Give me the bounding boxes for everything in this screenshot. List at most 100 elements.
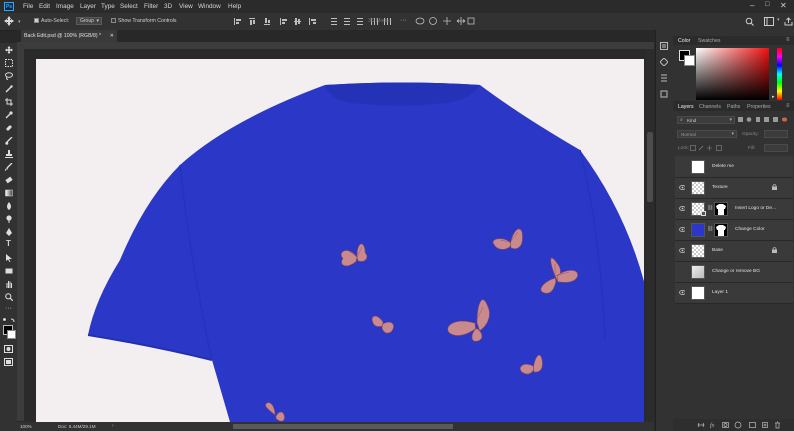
move-icon[interactable] xyxy=(5,46,13,54)
layer-visibility-off[interactable] xyxy=(679,164,685,170)
maximize-icon[interactable]: □ xyxy=(765,1,769,8)
hue-slider-handle-icon[interactable]: ▸ xyxy=(772,94,775,100)
properties-panel-icon[interactable] xyxy=(660,74,668,82)
zoom-level[interactable]: 100% xyxy=(20,424,32,429)
menu-select[interactable]: Select xyxy=(120,3,138,10)
opacity-input[interactable] xyxy=(764,130,788,138)
close-tab-icon[interactable]: ✕ xyxy=(110,30,114,42)
vertical-ruler[interactable] xyxy=(17,49,24,421)
healing-brush-icon[interactable] xyxy=(5,124,13,132)
workspace-dropdown-icon[interactable]: ▾ xyxy=(777,17,780,23)
move-tool-icon[interactable] xyxy=(4,16,14,26)
marquee-icon[interactable] xyxy=(5,59,13,67)
hue-slider[interactable] xyxy=(777,48,782,100)
gradient-icon[interactable] xyxy=(5,189,13,197)
menu-3d[interactable]: 3D xyxy=(164,3,172,10)
tab-swatches[interactable]: Swatches xyxy=(698,38,721,44)
layer-filter-icons[interactable] xyxy=(738,117,788,123)
layers-panel-menu-icon[interactable]: ≡ xyxy=(786,103,790,109)
menu-view[interactable]: View xyxy=(179,3,193,10)
layer-kind-filter[interactable]: ⌕ Kind ▾ xyxy=(677,116,735,124)
layer-name[interactable]: Base xyxy=(712,248,723,253)
more-options-icon[interactable]: ··· xyxy=(400,17,407,24)
document-canvas[interactable] xyxy=(36,59,644,422)
tool-preset-dropdown-icon[interactable]: ▾ xyxy=(18,19,21,25)
hand-icon[interactable] xyxy=(5,280,13,288)
pen-icon[interactable] xyxy=(5,228,13,236)
eye-icon[interactable] xyxy=(679,248,685,253)
eyedropper-icon[interactable] xyxy=(5,111,13,119)
show-transform-checkbox[interactable] xyxy=(111,18,116,23)
history-panel-icon[interactable] xyxy=(660,42,668,50)
type-tool-icon[interactable]: T xyxy=(4,240,13,248)
layer-thumbnail[interactable] xyxy=(691,265,705,279)
link-icon[interactable]: ⛓ xyxy=(707,226,713,232)
layer-thumbnail[interactable] xyxy=(691,223,705,237)
layer-mask-thumbnail[interactable] xyxy=(714,223,728,237)
workspace-icon[interactable] xyxy=(764,17,774,26)
libraries-panel-icon[interactable] xyxy=(660,90,668,98)
eye-icon[interactable] xyxy=(679,185,685,190)
quick-mask-icon[interactable] xyxy=(4,345,13,353)
photoshop-logo[interactable]: Ps xyxy=(4,2,14,11)
document-tab[interactable]: Back Edit.psd @ 100% (RGB/8) * ✕ xyxy=(21,30,117,42)
layer-name[interactable]: Delete me xyxy=(712,164,734,169)
tab-properties[interactable]: Properties xyxy=(747,104,771,110)
eye-icon[interactable] xyxy=(679,227,685,232)
eye-icon[interactable] xyxy=(679,290,685,295)
layer-name[interactable]: Texture xyxy=(712,185,728,190)
layers-footer-icons[interactable]: fx xyxy=(697,421,789,429)
document-size[interactable]: Doc: 6.44M/29.1M xyxy=(58,424,96,429)
tab-color[interactable]: Color xyxy=(678,38,690,44)
menu-file[interactable]: File xyxy=(23,3,33,10)
screen-mode-icon[interactable] xyxy=(4,358,13,366)
layer-mask-thumbnail[interactable] xyxy=(714,202,728,216)
layer-thumbnail[interactable] xyxy=(691,181,705,195)
panel-menu-icon[interactable]: ≡ xyxy=(786,37,790,43)
close-icon[interactable]: ✕ xyxy=(780,1,787,10)
blend-mode-dropdown[interactable]: Normal ▾ xyxy=(677,130,737,138)
crop-icon[interactable] xyxy=(5,98,13,106)
edit-toolbar-icon[interactable]: ··· xyxy=(4,305,13,313)
path-selection-icon[interactable] xyxy=(5,254,13,262)
layer-name[interactable]: Layer 1 xyxy=(712,290,728,295)
menu-window[interactable]: Window xyxy=(198,3,221,10)
lock-icons[interactable] xyxy=(690,145,726,151)
link-icon[interactable]: ⛓ xyxy=(707,205,713,211)
menu-filter[interactable]: Filter xyxy=(144,3,158,10)
menu-type[interactable]: Type xyxy=(101,3,115,10)
rectangle-icon[interactable] xyxy=(5,267,13,275)
minimize-icon[interactable]: – xyxy=(750,1,754,10)
dodge-icon[interactable] xyxy=(5,215,13,223)
layer-name[interactable]: Change or remove BG xyxy=(712,269,760,274)
fill-input[interactable] xyxy=(764,144,788,152)
horizontal-scrollbar-thumb[interactable] xyxy=(233,424,453,429)
adjustments-panel-icon[interactable] xyxy=(660,58,668,66)
background-color-chip[interactable] xyxy=(684,55,695,66)
3d-tools-icons[interactable] xyxy=(415,16,475,26)
blur-icon[interactable] xyxy=(5,202,13,210)
eraser-icon[interactable] xyxy=(5,176,13,184)
layer-visibility-off[interactable] xyxy=(679,269,685,275)
tab-channels[interactable]: Channels xyxy=(699,104,721,110)
quick-select-icon[interactable] xyxy=(5,85,13,93)
status-menu-icon[interactable]: › xyxy=(112,423,114,429)
share-icon[interactable] xyxy=(784,17,793,26)
auto-select-target-dropdown[interactable]: Group ▾ xyxy=(76,17,102,25)
menu-image[interactable]: Image xyxy=(56,3,74,10)
tab-paths[interactable]: Paths xyxy=(727,104,740,110)
layer-thumbnail[interactable] xyxy=(691,244,705,258)
menu-edit[interactable]: Edit xyxy=(39,3,50,10)
auto-select-checkbox[interactable] xyxy=(34,18,39,23)
history-brush-icon[interactable] xyxy=(5,163,13,171)
eye-icon[interactable] xyxy=(679,206,685,211)
vertical-scrollbar[interactable] xyxy=(646,49,654,422)
vertical-scrollbar-thumb[interactable] xyxy=(647,132,653,202)
brush-icon[interactable] xyxy=(5,137,13,145)
layer-name[interactable]: Change Color xyxy=(735,227,765,232)
layer-thumbnail[interactable] xyxy=(691,286,705,300)
menu-layer[interactable]: Layer xyxy=(80,3,96,10)
layer-name[interactable]: Insert Logo or De... xyxy=(735,206,776,211)
background-color-swatch[interactable] xyxy=(7,330,16,339)
menu-help[interactable]: Help xyxy=(228,3,241,10)
